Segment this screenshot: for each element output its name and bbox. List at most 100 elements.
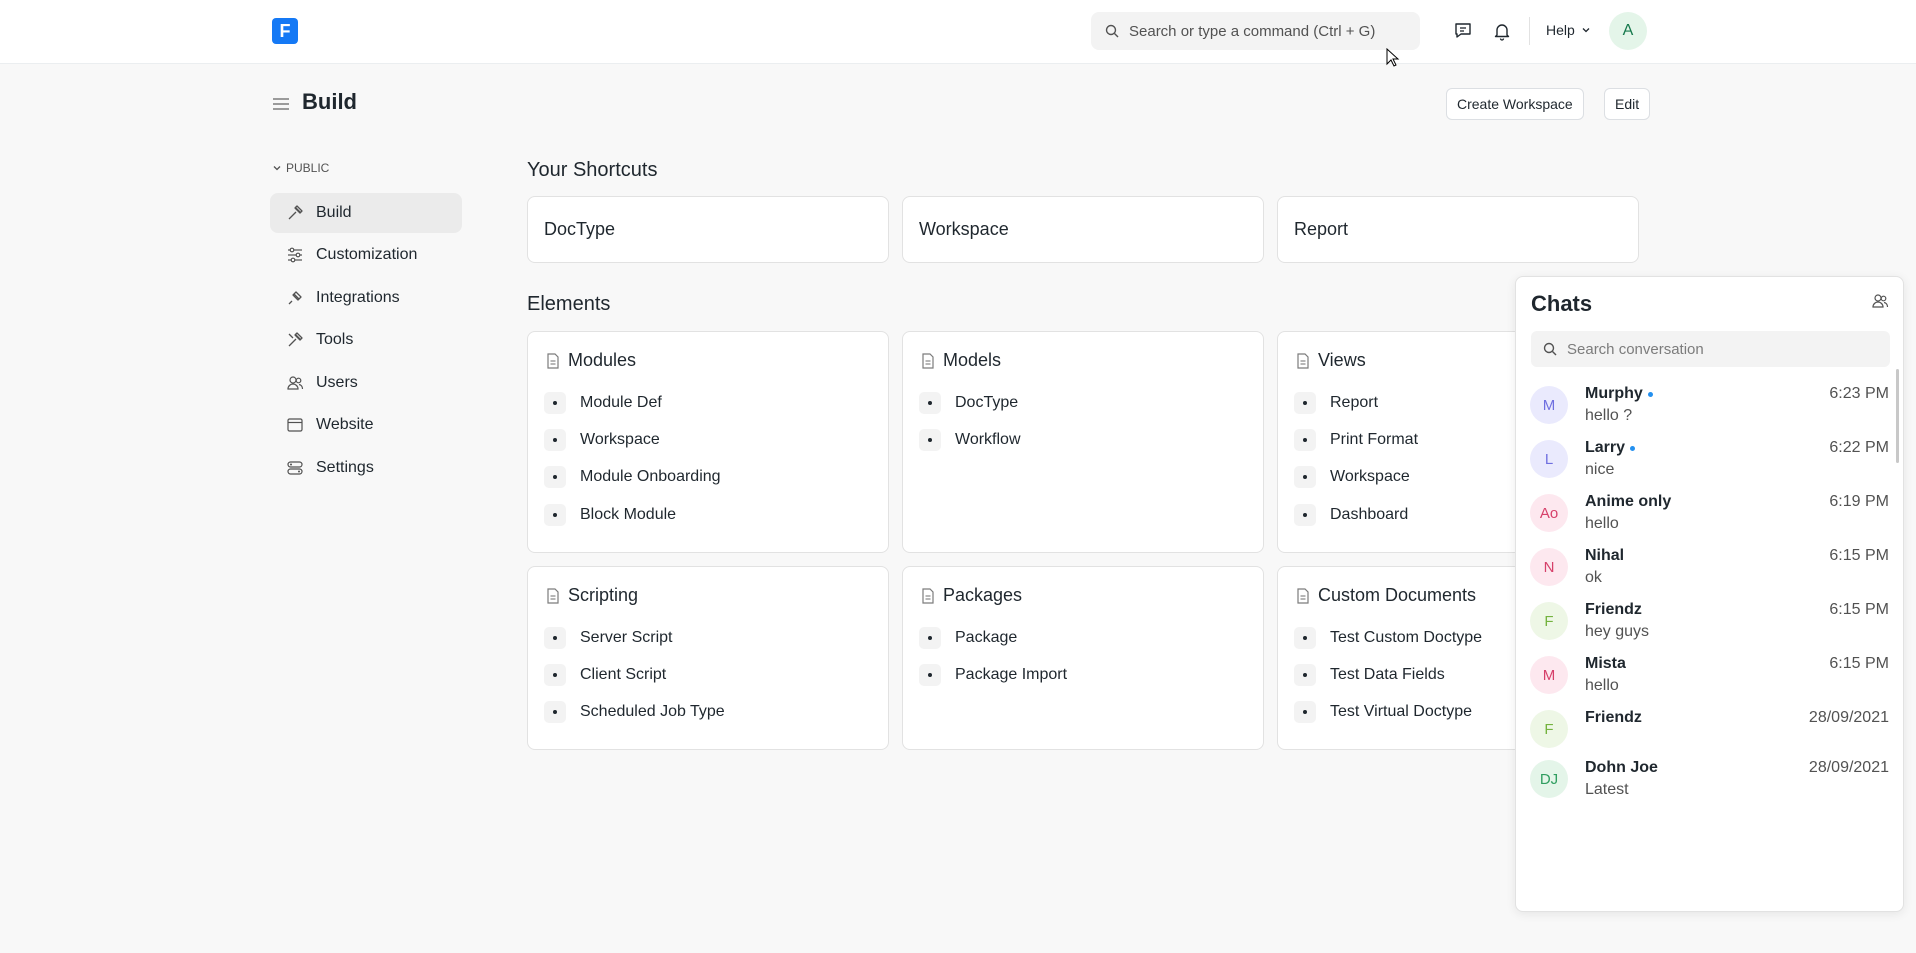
bullet-icon — [1294, 466, 1316, 488]
card-title[interactable]: Custom Documents — [1296, 585, 1476, 606]
card-link[interactable]: Workflow — [919, 429, 1021, 451]
chats-title: Chats — [1531, 291, 1593, 316]
global-search-input[interactable]: Search or type a command (Ctrl + G) — [1091, 12, 1420, 50]
chat-room-item[interactable]: DJ Dohn Joe Latest 28/09/2021 — [1516, 751, 1903, 811]
card-title-label: Packages — [943, 585, 1023, 605]
card-link-label: DocType — [955, 394, 1019, 411]
users-icon — [287, 376, 304, 390]
sidebar-item-label: Tools — [316, 331, 354, 348]
card-link-label: Scheduled Job Type — [580, 703, 725, 720]
user-group-icon[interactable] — [1871, 292, 1889, 315]
chevron-down-icon — [273, 166, 281, 171]
sidebar-item-label: Customization — [316, 246, 418, 263]
document-icon — [922, 587, 934, 604]
sidebar-item-users[interactable]: Users — [270, 363, 462, 403]
card-title[interactable]: Models — [921, 350, 1001, 371]
chat-name-label: Larry — [1585, 439, 1626, 456]
shortcut-card[interactable]: Workspace — [902, 196, 1264, 263]
card-link[interactable]: Test Custom Doctype — [1294, 627, 1482, 649]
sliders-icon — [288, 247, 302, 263]
edit-button[interactable]: Edit — [1604, 88, 1651, 120]
sidebar-item-integrations[interactable]: Integrations — [270, 278, 462, 318]
sidebar-item-label: Build — [316, 204, 352, 221]
card-link[interactable]: Dashboard — [1294, 504, 1408, 526]
card-link[interactable]: Block Module — [544, 504, 676, 526]
bullet-icon — [919, 429, 941, 451]
create-workspace-button[interactable]: Create Workspace — [1446, 88, 1584, 120]
chat-search-placeholder: Search conversation — [1567, 340, 1704, 358]
chat-last-message: hello — [1585, 677, 1619, 694]
bullet-icon — [1294, 664, 1316, 686]
card-link[interactable]: Server Script — [544, 627, 672, 649]
chat-name: Nihal — [1585, 547, 1624, 565]
bullet-icon — [919, 392, 941, 414]
chat-name-label: Nihal — [1585, 547, 1625, 564]
card-link[interactable]: Scheduled Job Type — [544, 701, 725, 723]
chat-timestamp: 6:15 PM — [1829, 601, 1889, 618]
chat-last-message: hey guys — [1585, 623, 1650, 640]
notification-bell-icon[interactable] — [1491, 20, 1513, 42]
online-status-dot — [1647, 391, 1653, 397]
sidebar-section-toggle[interactable]: PUBLIC — [272, 161, 329, 175]
card-title[interactable]: Packages — [921, 585, 1022, 606]
chat-room-item[interactable]: M Murphy hello ? 6:23 PM — [1516, 377, 1903, 437]
search-icon — [1105, 24, 1119, 38]
card-link[interactable]: Package Import — [919, 664, 1067, 686]
chat-room-item[interactable]: F Friendz hey guys 6:15 PM — [1516, 593, 1903, 653]
plug-icon — [288, 291, 302, 305]
card-link[interactable]: Module Def — [544, 392, 662, 414]
chat-room-item[interactable]: Ao Anime only hello 6:19 PM — [1516, 485, 1903, 545]
card-link[interactable]: Workspace — [1294, 466, 1410, 488]
card-link[interactable]: Module Onboarding — [544, 466, 721, 488]
chat-name-label: Mista — [1585, 655, 1626, 672]
card-title[interactable]: Views — [1296, 350, 1366, 371]
user-avatar[interactable]: A — [1609, 12, 1647, 50]
tools-icon — [288, 332, 303, 347]
chat-name-label: Friendz — [1585, 709, 1642, 726]
card-title[interactable]: Scripting — [546, 585, 638, 606]
chat-last-message: hello ? — [1585, 407, 1633, 424]
card-link[interactable]: Report — [1294, 392, 1378, 414]
card-link[interactable]: Client Script — [544, 664, 666, 686]
chat-timestamp: 6:15 PM — [1829, 655, 1889, 672]
card-link[interactable]: Package — [919, 627, 1017, 649]
bullet-icon — [1294, 429, 1316, 451]
chat-room-item[interactable]: N Nihal ok 6:15 PM — [1516, 539, 1903, 599]
shortcut-card[interactable]: DocType — [527, 196, 889, 263]
sidebar-item-build[interactable]: Build — [270, 193, 462, 233]
document-icon — [922, 352, 934, 369]
card-link[interactable]: Test Data Fields — [1294, 664, 1445, 686]
search-icon — [1543, 342, 1557, 356]
chat-room-item[interactable]: L Larry nice 6:22 PM — [1516, 431, 1903, 491]
sidebar-section-label: PUBLIC — [286, 161, 330, 175]
sidebar-item-label: Website — [316, 416, 374, 433]
card-link[interactable]: DocType — [919, 392, 1018, 414]
card-link[interactable]: Workspace — [544, 429, 660, 451]
sidebar-item-tools[interactable]: Tools — [270, 320, 462, 360]
help-dropdown[interactable]: Help — [1546, 22, 1591, 38]
sidebar-item-label: Settings — [316, 459, 374, 476]
chat-avatar: DJ — [1530, 760, 1568, 798]
browser-icon — [287, 418, 303, 432]
chat-icon[interactable] — [1452, 20, 1474, 42]
sidebar-toggle-icon[interactable] — [272, 96, 290, 117]
card-link-label: Workspace — [1330, 468, 1410, 485]
chat-room-item[interactable]: M Mista hello 6:15 PM — [1516, 647, 1903, 707]
card-title-label: Views — [1318, 350, 1366, 370]
bullet-icon — [1294, 701, 1316, 723]
sidebar-item-customization[interactable]: Customization — [270, 235, 462, 275]
card-link[interactable]: Test Virtual Doctype — [1294, 701, 1472, 723]
card-link-label: Package — [955, 629, 1018, 646]
card-link-label: Test Virtual Doctype — [1330, 703, 1472, 720]
shortcut-card[interactable]: Report — [1277, 196, 1639, 263]
card-title-label: Models — [943, 350, 1002, 370]
card-link-label: Test Data Fields — [1330, 666, 1445, 683]
chat-search-input[interactable]: Search conversation — [1531, 331, 1890, 367]
sidebar-item-website[interactable]: Website — [270, 405, 462, 445]
app-logo[interactable]: F — [272, 18, 298, 44]
card-title[interactable]: Modules — [546, 350, 636, 371]
card-link-label: Workflow — [955, 431, 1021, 448]
bullet-icon — [544, 664, 566, 686]
sidebar-item-settings[interactable]: Settings — [270, 448, 462, 488]
card-link[interactable]: Print Format — [1294, 429, 1418, 451]
